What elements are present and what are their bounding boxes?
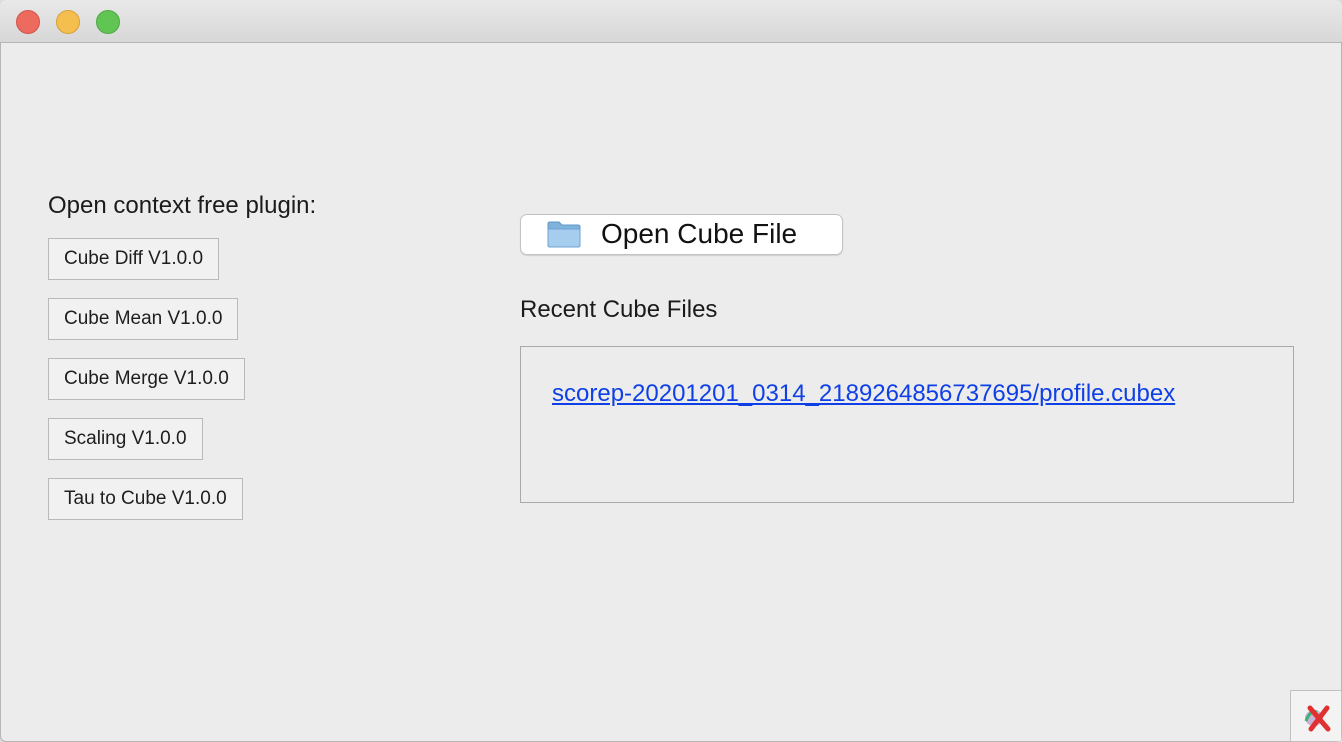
open-cube-file-label: Open Cube File	[601, 218, 798, 249]
open-cube-file-button[interactable]: Open Cube File	[520, 214, 843, 255]
recent-files-list: scorep-20201201_0314_2189264856737695/pr…	[520, 346, 1294, 503]
maximize-window-button[interactable]	[96, 10, 120, 34]
folder-icon	[547, 221, 581, 248]
minimize-window-button[interactable]	[56, 10, 80, 34]
cube-logo-button[interactable]	[1290, 690, 1342, 742]
close-window-button[interactable]	[16, 10, 40, 34]
plugins-heading: Open context free plugin:	[48, 192, 317, 219]
cube-merge-plugin-button[interactable]: Cube Merge V1.0.0	[48, 358, 245, 400]
scaling-plugin-button[interactable]: Scaling V1.0.0	[48, 418, 203, 460]
title-bar[interactable]	[0, 0, 1342, 43]
cube-x-icon	[1304, 705, 1331, 732]
cube-mean-plugin-button[interactable]: Cube Mean V1.0.0	[48, 298, 239, 340]
recent-file-link[interactable]: scorep-20201201_0314_2189264856737695/pr…	[552, 380, 1175, 408]
recent-files-heading: Recent Cube Files	[520, 296, 718, 323]
tau-to-cube-plugin-button[interactable]: Tau to Cube V1.0.0	[48, 478, 243, 520]
app-window: Open context free plugin: Cube Diff V1.0…	[0, 0, 1342, 742]
cube-diff-plugin-button[interactable]: Cube Diff V1.0.0	[48, 238, 220, 280]
